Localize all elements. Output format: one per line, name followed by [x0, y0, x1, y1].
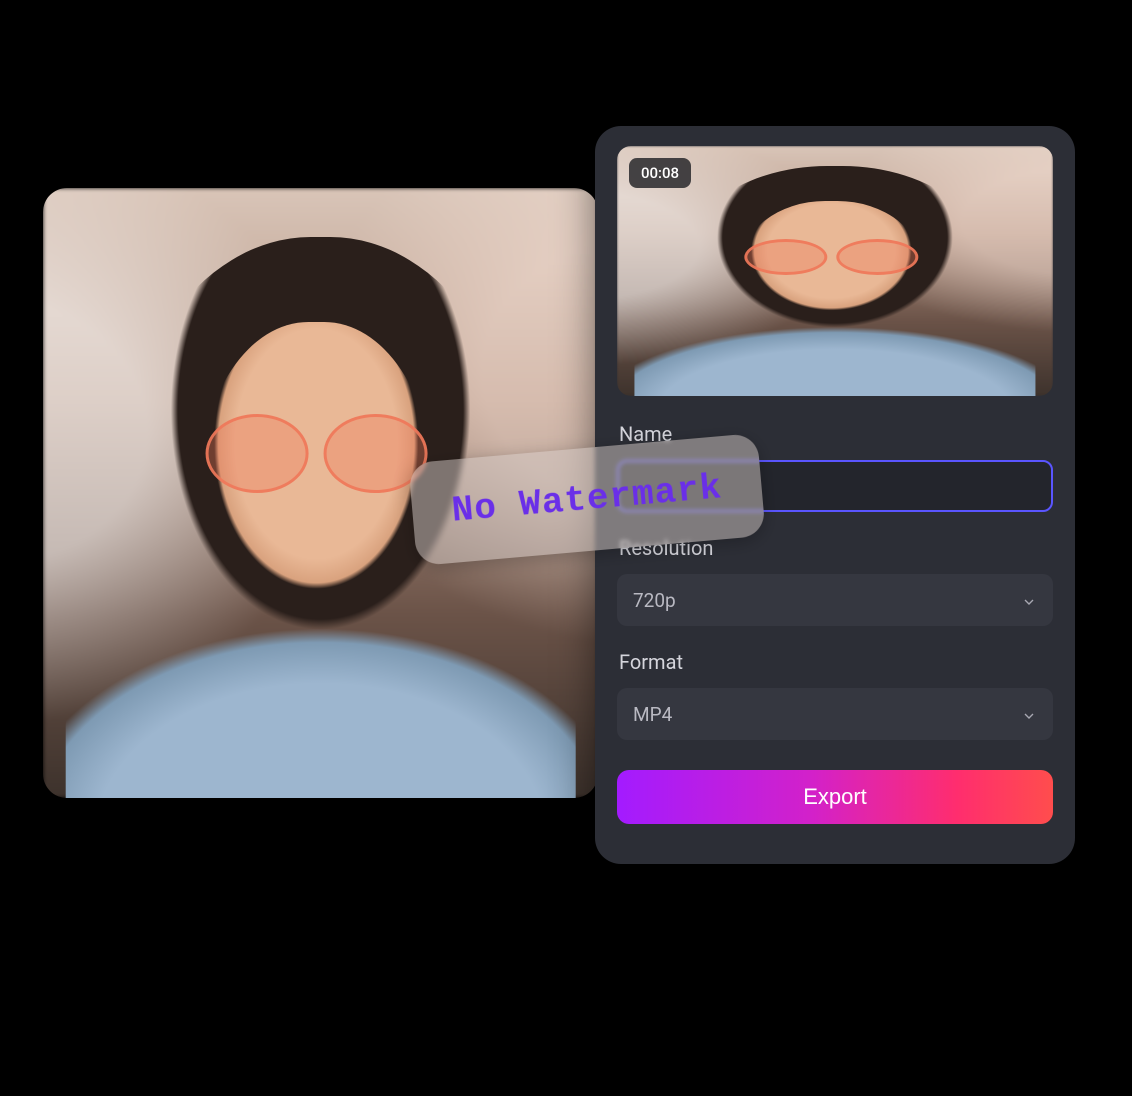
video-preview-thumbnail[interactable]: 00:08: [617, 146, 1053, 396]
chevron-down-icon: [1021, 706, 1037, 722]
format-label: Format: [619, 650, 1053, 674]
duration-badge: 00:08: [629, 158, 691, 188]
format-value: MP4: [633, 703, 672, 726]
export-button[interactable]: Export: [617, 770, 1053, 824]
no-watermark-text: No Watermark: [450, 467, 724, 531]
photo-glasses-shape: [205, 414, 427, 487]
format-select[interactable]: MP4: [617, 688, 1053, 740]
thumbnail-glasses-shape: [744, 239, 918, 269]
resolution-select[interactable]: 720p: [617, 574, 1053, 626]
resolution-value: 720p: [633, 589, 676, 612]
chevron-down-icon: [1021, 592, 1037, 608]
